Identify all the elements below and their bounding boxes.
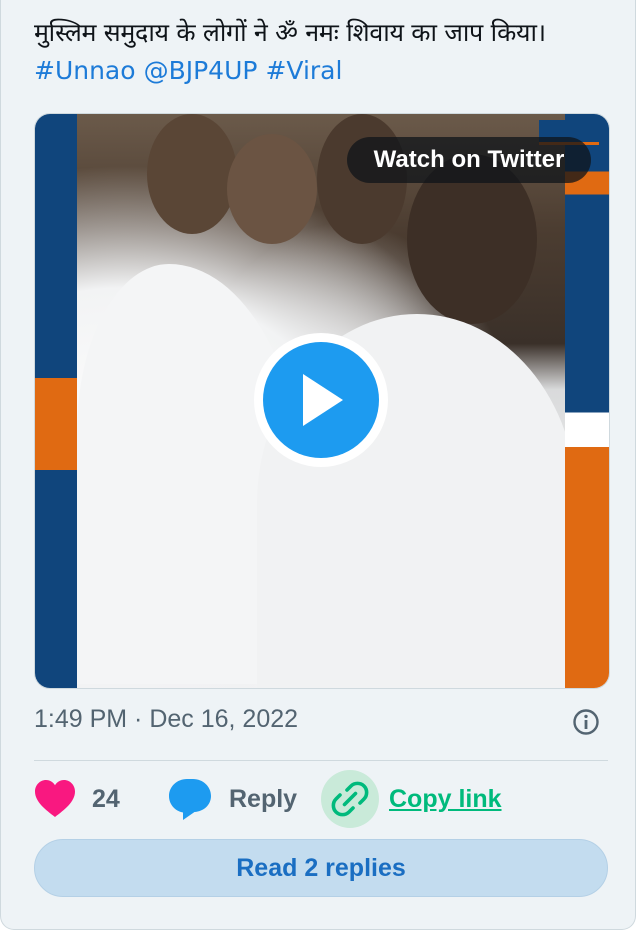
info-icon[interactable] [572, 708, 600, 736]
read-replies-button[interactable]: Read 2 replies [34, 839, 608, 897]
mention-bjp4up[interactable]: @BJP4UP [144, 56, 258, 85]
heart-icon [35, 780, 75, 817]
like-count: 24 [92, 784, 120, 813]
hashtag-unnao[interactable]: #Unnao [34, 56, 136, 85]
tweet-body: मुस्लिम समुदाय के लोगों ने ॐ नमः शिवाय क… [34, 18, 546, 47]
watch-on-twitter-button[interactable]: Watch on Twitter [347, 137, 591, 183]
play-icon [263, 342, 379, 458]
copy-link-button[interactable]: Copy link [321, 770, 502, 828]
tweet-text: मुस्लिम समुदाय के लोगों ने ॐ नमः शिवाय क… [34, 14, 614, 90]
like-button[interactable]: 24 [34, 776, 120, 822]
video-frame-left [35, 114, 77, 688]
divider [34, 760, 608, 761]
play-button[interactable] [254, 333, 388, 467]
video-person [227, 134, 317, 244]
hashtag-viral[interactable]: #Viral [265, 56, 342, 85]
video-person [147, 114, 237, 234]
copy-link-icon-bg [321, 770, 379, 828]
reply-bubble-icon [169, 779, 211, 820]
tweet-card: मुस्लिम समुदाय के लोगों ने ॐ नमः शिवाय क… [0, 0, 636, 930]
tweet-tags: #Unnao @BJP4UP #Viral [34, 52, 614, 90]
reply-label: Reply [229, 784, 298, 813]
link-icon [331, 781, 369, 817]
copy-link-label: Copy link [389, 784, 502, 813]
video-frame-right [565, 114, 609, 688]
tweet-timestamp[interactable]: 1:49 PM · Dec 16, 2022 [34, 705, 298, 734]
reply-button[interactable]: Reply [167, 776, 297, 822]
